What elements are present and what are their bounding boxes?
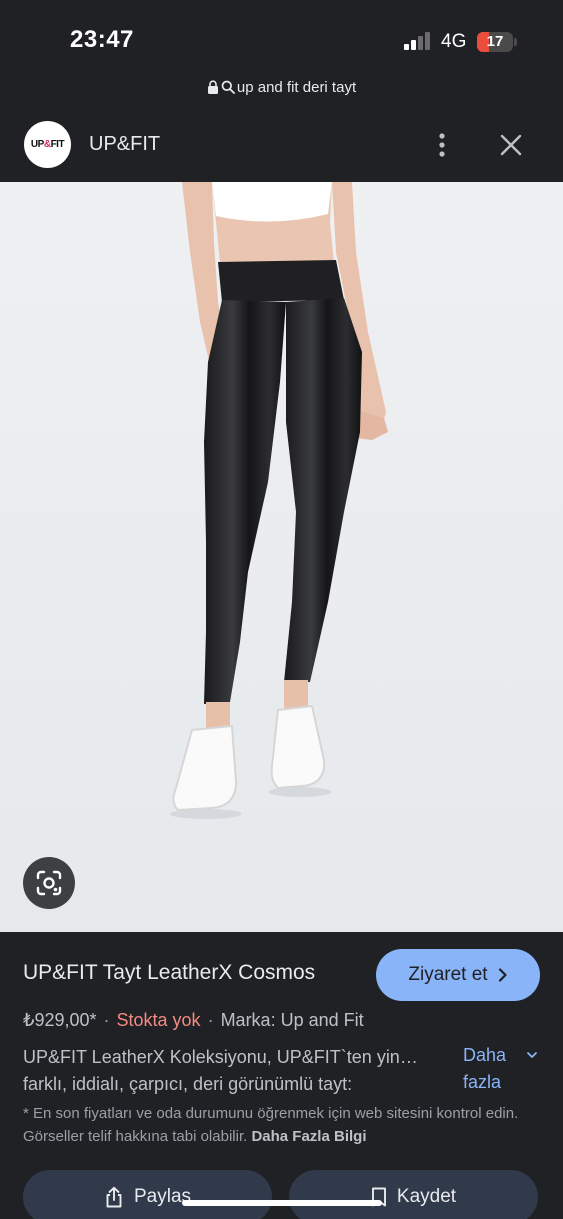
logo-text-amp: & xyxy=(43,139,51,150)
product-title: UP&FIT Tayt LeatherX Cosmos xyxy=(23,961,316,984)
product-meta: ₺929,00* · Stokta yok · Marka: Up and Fit xyxy=(23,1010,364,1031)
url-text: up and fit deri tayt xyxy=(236,78,357,96)
site-name[interactable]: UP&FIT xyxy=(89,133,160,156)
product-brand: Marka: Up and Fit xyxy=(220,1010,364,1030)
network-type: 4G xyxy=(441,31,467,52)
separator-dot: · xyxy=(103,1010,110,1030)
more-info-link[interactable]: Daha Fazla Bilgi xyxy=(251,1128,366,1145)
lens-icon xyxy=(36,870,62,896)
disclaimer: * En son fiyatları ve oda durumunu öğren… xyxy=(23,1102,543,1148)
site-header: UP & FIT UP&FIT xyxy=(0,108,563,182)
more-link[interactable]: Daha fazla xyxy=(463,1042,523,1096)
separator-dot: · xyxy=(207,1010,214,1030)
share-button[interactable]: Paylaş xyxy=(23,1170,272,1219)
lens-search-button[interactable] xyxy=(23,857,75,909)
battery-icon: 17 xyxy=(477,32,513,52)
share-icon xyxy=(106,1186,122,1208)
description-line-1: UP&FIT LeatherX Koleksiyonu, UP&FIT`ten … xyxy=(23,1047,418,1067)
product-description: UP&FIT LeatherX Koleksiyonu, UP&FIT`ten … xyxy=(23,1044,455,1098)
battery-tip xyxy=(514,38,517,46)
product-price: ₺929,00* xyxy=(23,1010,97,1030)
home-indicator[interactable] xyxy=(182,1200,382,1206)
save-label: Kaydet xyxy=(396,1186,457,1207)
product-image[interactable] xyxy=(0,182,563,932)
visit-button[interactable]: Ziyaret et xyxy=(376,949,540,1001)
search-icon xyxy=(221,80,235,94)
logo-text-fit: FIT xyxy=(50,139,65,150)
chevron-right-icon xyxy=(498,968,507,982)
stock-status: Stokta yok xyxy=(116,1010,201,1030)
logo-text-up: UP xyxy=(30,139,44,150)
more-link-line-1: Daha xyxy=(463,1045,507,1065)
battery-level: 17 xyxy=(486,33,504,50)
status-bar: 23:47 4G 17 xyxy=(0,0,563,72)
product-info-panel: UP&FIT Tayt LeatherX Cosmos Ziyaret et ₺… xyxy=(0,932,563,1219)
save-button[interactable]: Kaydet xyxy=(289,1170,538,1219)
close-icon[interactable] xyxy=(498,132,524,158)
chevron-down-icon[interactable] xyxy=(525,1048,539,1062)
more-vert-icon[interactable] xyxy=(432,132,452,158)
product-photo-leggings xyxy=(170,182,388,819)
cellular-signal-icon xyxy=(404,32,432,50)
url-bar[interactable]: up and fit deri tayt xyxy=(0,76,563,98)
lock-icon xyxy=(207,80,218,94)
more-link-line-2: fazla xyxy=(463,1072,502,1092)
description-line-2: farklı, iddialı, çarpıcı, deri görünümlü… xyxy=(23,1074,353,1094)
site-logo[interactable]: UP & FIT xyxy=(24,121,71,168)
visit-label: Ziyaret et xyxy=(408,964,488,985)
status-time: 23:47 xyxy=(70,26,134,53)
